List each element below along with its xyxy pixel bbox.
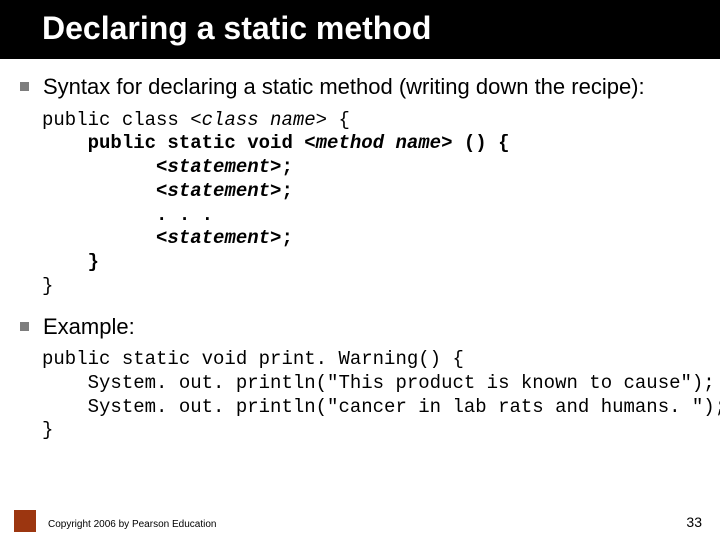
example-code: public static void print. Warning() { Sy…	[42, 348, 700, 443]
footer: Copyright 2006 by Pearson Education 33	[0, 508, 720, 530]
copyright-text: Copyright 2006 by Pearson Education	[48, 519, 686, 530]
slide-title: Declaring a static method	[0, 0, 720, 59]
logo-icon	[14, 510, 36, 532]
bullet-item: Syntax for declaring a static method (wr…	[20, 73, 700, 101]
bullet-text: Example:	[43, 313, 135, 341]
syntax-code: public class <class name> { public stati…	[42, 109, 700, 299]
bullet-text: Syntax for declaring a static method (wr…	[43, 73, 645, 101]
bullet-item: Example:	[20, 313, 700, 341]
page-number: 33	[686, 514, 702, 530]
bullet-icon	[20, 82, 29, 91]
slide-body: Syntax for declaring a static method (wr…	[0, 59, 720, 443]
bullet-icon	[20, 322, 29, 331]
